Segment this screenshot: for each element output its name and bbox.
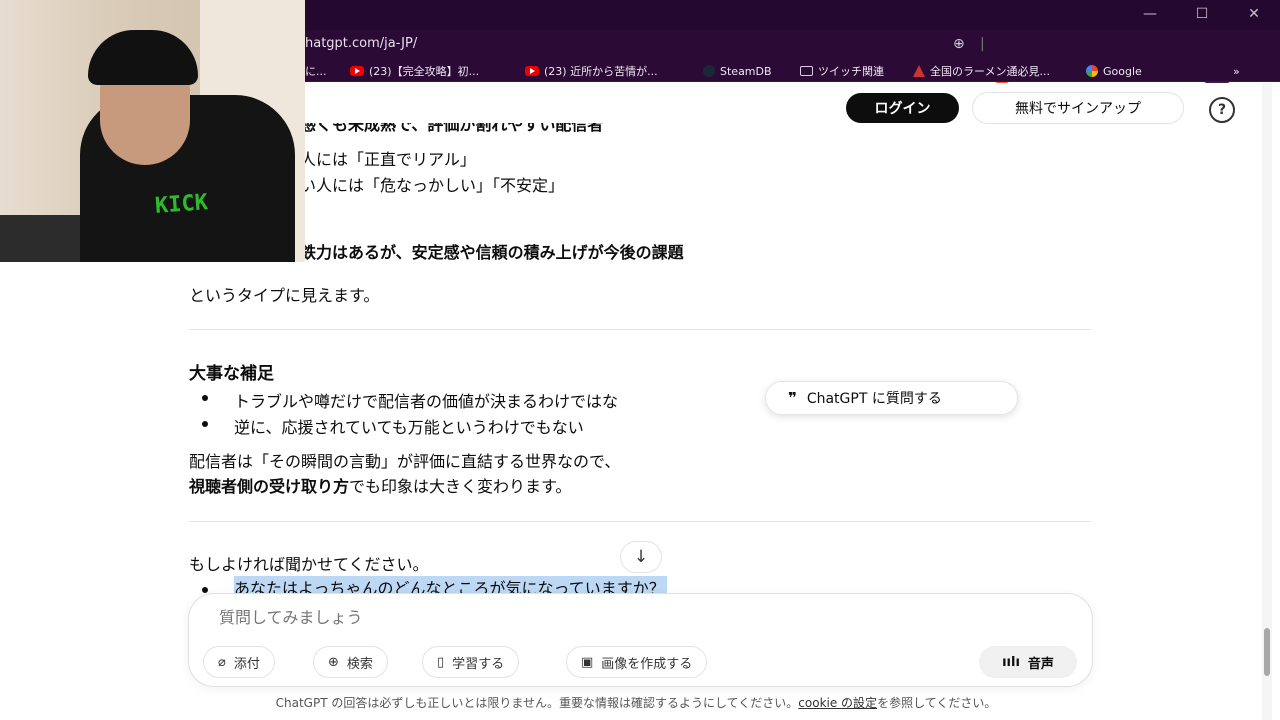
webcam-overlay: KICK	[0, 0, 305, 262]
divider: |	[980, 36, 985, 52]
help-icon[interactable]: ?	[1209, 97, 1235, 123]
image-icon: ▣	[581, 654, 594, 670]
bookmark-label: 全国のラーメン通必見...	[930, 65, 1051, 78]
minimize-button[interactable]: —	[1140, 6, 1160, 22]
youtube-icon	[525, 66, 539, 76]
bookmark-item[interactable]: Google	[1086, 63, 1142, 79]
list-item: 逆に、応援されていても万能というわけでもない	[234, 418, 584, 437]
bookmark-label: に...	[305, 65, 327, 78]
response-line: 人には「正直でリアル」	[300, 150, 476, 169]
bookmark-label: Google	[1103, 64, 1142, 78]
divider	[189, 329, 1091, 330]
login-button[interactable]: ログイン	[846, 93, 959, 123]
question-prompt: もしよければ聞かせてください。	[189, 555, 429, 574]
search-label: 検索	[346, 656, 373, 672]
study-button[interactable]: ▯ 学習する	[422, 646, 520, 678]
disclaimer-text-end: を参照してください。	[877, 696, 997, 710]
disclaimer-text: ChatGPT の回答は必ずしも正しいとは限りません。重要な情報は確認するように…	[275, 696, 799, 710]
paragraph-tail: でも印象は大きく変わります。	[349, 477, 572, 496]
streamer-hair	[88, 30, 198, 85]
ask-chatgpt-button[interactable]: ❞ ChatGPT に質問する	[765, 381, 1018, 415]
bullet-dot	[202, 421, 208, 427]
voice-label: 音声	[1027, 656, 1054, 672]
zoom-icon[interactable]: ⊕	[953, 36, 965, 52]
cookie-settings-link[interactable]: cookie の設定	[798, 696, 877, 710]
maximize-button[interactable]: ☐	[1192, 6, 1212, 22]
summary-tail: というタイプに見えます。	[189, 286, 380, 305]
book-icon: ▯	[437, 654, 445, 670]
ramen-icon	[913, 65, 925, 77]
signup-button[interactable]: 無料でサインアップ	[972, 92, 1184, 124]
highlighted-question: あなたはよっちゃんのどんなところが気になっていますか？	[234, 576, 667, 594]
screen: — ☐ ✕ hatgpt.com/ja-JP/ ⊕ | ●● ☰ に... (2…	[0, 0, 1280, 720]
youtube-icon	[350, 66, 364, 76]
chair	[0, 215, 80, 262]
create-image-button[interactable]: ▣ 画像を作成する	[566, 646, 708, 678]
close-window-button[interactable]: ✕	[1244, 6, 1264, 22]
paragraph: 配信者は「その瞬間の言動」が評価に直結する世界なので、	[189, 452, 621, 471]
waveform-icon: ıılı	[1002, 654, 1020, 670]
quote-icon: ❞	[788, 389, 797, 407]
bookmark-label: ツイッチ関連	[818, 65, 884, 78]
create-image-label: 画像を作成する	[601, 656, 693, 672]
arrow-down-icon: ↓	[633, 547, 649, 567]
divider	[189, 521, 1091, 522]
bookmark-label: (23)【完全攻略】初...	[369, 65, 480, 78]
bookmark-item[interactable]: 全国のラーメン通必見...	[913, 63, 1050, 79]
section-title: 大事な補足	[189, 364, 274, 384]
bookmark-item[interactable]: (23)【完全攻略】初...	[350, 63, 479, 79]
steam-icon	[703, 65, 715, 77]
paragraph-bold: 視聴者側の受け取り方	[189, 477, 350, 496]
composer: ⌀ 添付 ⊕ 検索 ▯ 学習する ▣ 画像を作成する ıılı 音声	[188, 593, 1093, 687]
bookmarks-overflow-button[interactable]: »	[1233, 63, 1240, 79]
voice-button[interactable]: ıılı 音声	[979, 646, 1077, 678]
folder-icon	[800, 66, 813, 76]
scrollbar[interactable]	[1262, 83, 1272, 720]
cut-off-line: 感くも未成熟で、評価が割れやすい配信者	[300, 123, 604, 134]
ask-chip-label: ChatGPT に質問する	[806, 391, 942, 407]
bookmark-item[interactable]: ツイッチ関連	[800, 63, 884, 79]
attach-button[interactable]: ⌀ 添付	[203, 646, 275, 678]
summary-bold-line: 鉄力はあるが、安定感や信頼の積み上げが今後の課題	[300, 243, 684, 262]
url-field[interactable]: hatgpt.com/ja-JP/	[305, 36, 417, 51]
bookmark-item[interactable]: SteamDB	[703, 63, 772, 79]
paperclip-icon: ⌀	[218, 654, 226, 670]
study-label: 学習する	[452, 656, 505, 672]
bookmark-label: SteamDB	[720, 64, 772, 78]
globe-icon: ⊕	[328, 654, 339, 670]
bookmark-item[interactable]: に...	[305, 63, 327, 79]
attach-label: 添付	[233, 656, 260, 672]
search-button[interactable]: ⊕ 検索	[313, 646, 388, 678]
scrollbar-thumb[interactable]	[1264, 628, 1270, 676]
bullet-dot	[202, 587, 208, 593]
hoodie-logo: KICK	[154, 190, 209, 219]
scroll-down-button[interactable]: ↓	[620, 541, 662, 573]
bookmark-item[interactable]: (23) 近所から苦情が...	[525, 63, 658, 79]
response-line: い人には「危なっかしい」「不安定」	[300, 176, 565, 195]
google-icon	[1086, 65, 1098, 77]
bullet-dot	[202, 395, 208, 401]
prompt-input[interactable]	[219, 608, 919, 627]
bookmark-label: (23) 近所から苦情が...	[544, 65, 658, 78]
list-item: トラブルや噂だけで配信者の価値が決まるわけではな	[234, 392, 619, 411]
paragraph: 視聴者側の受け取り方でも印象は大きく変わります。	[189, 473, 571, 497]
disclaimer: ChatGPT の回答は必ずしも正しいとは限りません。重要な情報は確認するように…	[0, 694, 1272, 711]
